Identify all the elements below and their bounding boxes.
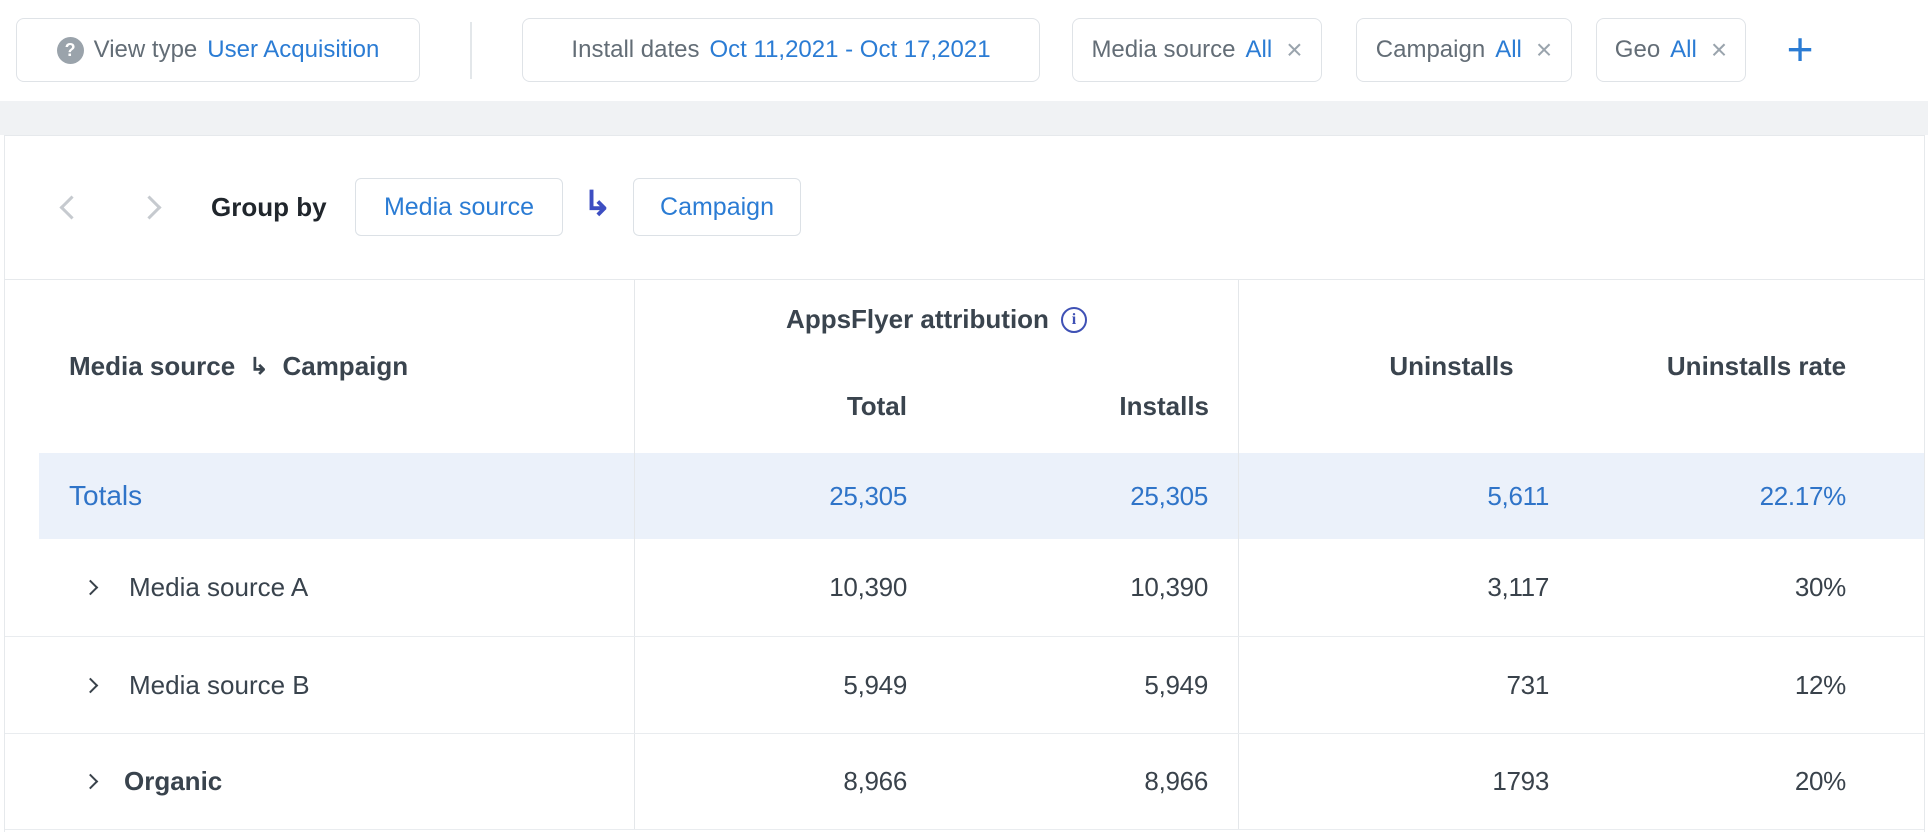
campaign-filter[interactable]: Campaign All × <box>1356 18 1572 82</box>
view-type-label: View type <box>94 36 198 64</box>
row-uninstalls-rate-value: 30% <box>1664 539 1924 636</box>
attribution-table: Media source ↳ Campaign AppsFlyer attrib… <box>5 279 1924 830</box>
nested-arrow-icon: ↳ <box>249 353 268 380</box>
info-icon[interactable]: i <box>1061 307 1087 333</box>
install-dates-filter[interactable]: Install dates Oct 11,2021 - Oct 17,2021 <box>522 18 1040 82</box>
groupby-campaign-button[interactable]: Campaign <box>633 178 801 236</box>
view-type-filter[interactable]: ? View type User Acquisition <box>16 18 420 82</box>
chevron-left-icon[interactable] <box>59 195 83 219</box>
close-icon[interactable]: × <box>1536 36 1552 64</box>
groupby-media-source-button[interactable]: Media source <box>355 178 563 236</box>
row-installs-value: 10,390 <box>941 539 1239 636</box>
totals-uninstalls-value: 5,611 <box>1239 453 1664 539</box>
nested-arrow-icon: ↳ <box>583 184 612 224</box>
row-label: Media source B <box>129 670 310 701</box>
filter-divider <box>470 22 472 79</box>
add-filter-button[interactable]: + <box>1772 14 1828 84</box>
row-total-value: 5,949 <box>635 637 941 733</box>
row-installs-value: 8,966 <box>941 734 1239 829</box>
campaign-value: All <box>1495 36 1522 64</box>
row-label: Media source A <box>129 572 308 603</box>
row-uninstalls-value: 1793 <box>1239 734 1664 829</box>
close-icon[interactable]: × <box>1286 36 1302 64</box>
row-total-value: 10,390 <box>635 539 941 636</box>
totals-row: Totals 25,305 25,305 5,611 22.17% <box>5 453 1924 539</box>
totals-label: Totals <box>5 453 635 539</box>
install-dates-value: Oct 11,2021 - Oct 17,2021 <box>710 36 991 64</box>
row-total-value: 8,966 <box>635 734 941 829</box>
row-label: Organic <box>124 766 222 797</box>
totals-uninstalls-rate-value: 22.17% <box>1664 453 1924 539</box>
row-uninstalls-rate-value: 20% <box>1664 734 1924 829</box>
dimension-primary-label: Media source <box>69 351 235 382</box>
column-header-uninstalls-rate[interactable]: Uninstalls rate <box>1664 280 1924 453</box>
expand-chevron-icon[interactable] <box>83 677 99 693</box>
table-row[interactable]: Organic 8,966 8,966 1793 20% <box>5 733 1924 830</box>
geo-value: All <box>1670 36 1697 64</box>
media-source-filter[interactable]: Media source All × <box>1072 18 1322 82</box>
geo-label: Geo <box>1615 36 1660 64</box>
dimension-secondary-label: Campaign <box>282 351 408 382</box>
media-source-value: All <box>1246 36 1273 64</box>
row-uninstalls-value: 731 <box>1239 637 1664 733</box>
close-icon[interactable]: × <box>1711 36 1727 64</box>
table-header: Media source ↳ Campaign AppsFlyer attrib… <box>5 280 1924 453</box>
install-dates-label: Install dates <box>571 36 699 64</box>
help-icon[interactable]: ? <box>57 37 84 64</box>
totals-installs-value: 25,305 <box>941 453 1239 539</box>
row-uninstalls-rate-value: 12% <box>1664 637 1924 733</box>
page-background-strip <box>0 101 1928 135</box>
geo-filter[interactable]: Geo All × <box>1596 18 1746 82</box>
column-header-total[interactable]: Total <box>635 359 941 453</box>
attribution-group-header: AppsFlyer attribution i Total Installs <box>635 280 1239 453</box>
column-header-uninstalls[interactable]: Uninstalls <box>1239 280 1664 453</box>
filter-bar: ? View type User Acquisition Install dat… <box>0 0 1928 101</box>
media-source-label: Media source <box>1091 36 1235 64</box>
expand-chevron-icon[interactable] <box>83 774 99 790</box>
report-card: Group by Media source ↳ Campaign Media s… <box>4 135 1925 832</box>
table-row[interactable]: Media source A 10,390 10,390 3,117 30% <box>5 539 1924 636</box>
groupby-label: Group by <box>211 192 327 223</box>
table-row[interactable]: Media source B 5,949 5,949 731 12% <box>5 636 1924 733</box>
view-type-value: User Acquisition <box>207 36 379 64</box>
attribution-group-title: AppsFlyer attribution <box>786 304 1049 335</box>
row-uninstalls-value: 3,117 <box>1239 539 1664 636</box>
groupby-toolbar: Group by Media source ↳ Campaign <box>5 136 1924 279</box>
column-header-installs[interactable]: Installs <box>941 359 1239 453</box>
row-installs-value: 5,949 <box>941 637 1239 733</box>
expand-chevron-icon[interactable] <box>83 580 99 596</box>
totals-total-value: 25,305 <box>635 453 941 539</box>
dimension-column-header[interactable]: Media source ↳ Campaign <box>5 280 635 453</box>
chevron-right-icon[interactable] <box>137 195 161 219</box>
campaign-label: Campaign <box>1376 36 1485 64</box>
